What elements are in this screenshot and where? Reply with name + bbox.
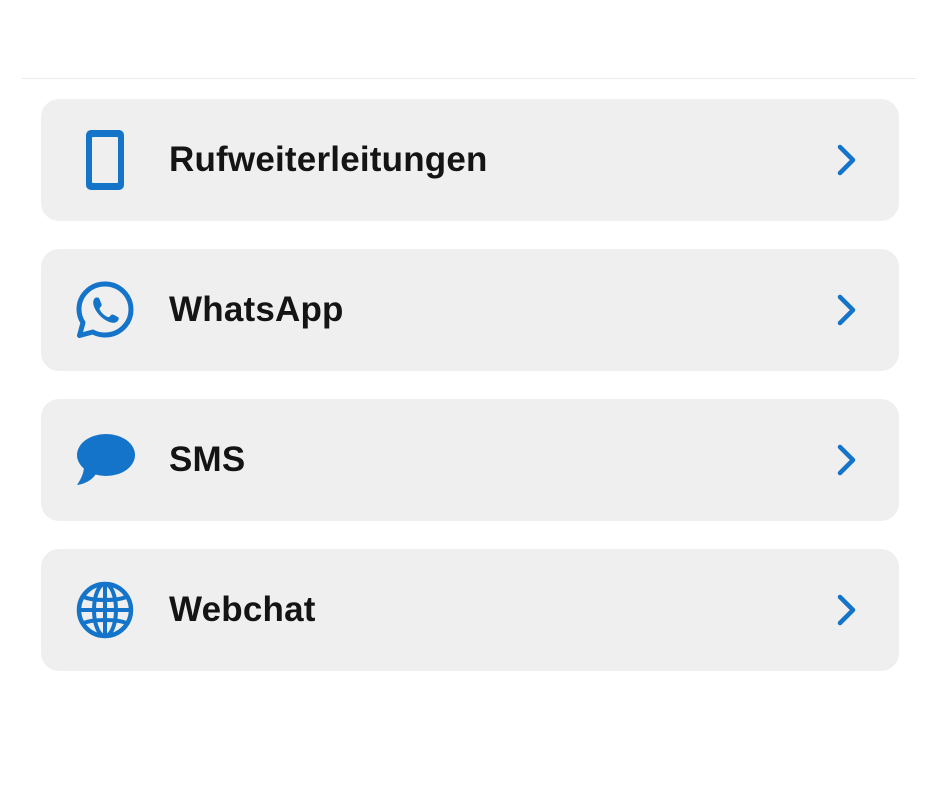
menu-item-label: Rufweiterleitungen — [169, 140, 488, 179]
menu-item-webchat[interactable]: Webchat — [41, 549, 899, 671]
menu-item-label: WhatsApp — [169, 290, 344, 329]
menu-item-sms[interactable]: SMS — [41, 399, 899, 521]
chevron-right-icon — [835, 293, 859, 327]
smartphone-icon — [75, 129, 135, 191]
menu-item-label: Webchat — [169, 590, 316, 629]
whatsapp-icon — [75, 279, 135, 341]
header-divider — [22, 78, 916, 79]
menu-item-rufweiterleitungen[interactable]: Rufweiterleitungen — [41, 99, 899, 221]
menu-item-label: SMS — [169, 440, 246, 479]
menu-item-whatsapp[interactable]: WhatsApp — [41, 249, 899, 371]
channel-settings-page: Rufweiterleitungen WhatsApp SMS Webchat — [0, 0, 940, 788]
channel-menu-list: Rufweiterleitungen WhatsApp SMS Webchat — [41, 99, 899, 671]
chevron-right-icon — [835, 443, 859, 477]
chevron-right-icon — [835, 143, 859, 177]
speech-bubble-icon — [75, 429, 135, 491]
globe-icon — [75, 579, 135, 641]
chevron-right-icon — [835, 593, 859, 627]
